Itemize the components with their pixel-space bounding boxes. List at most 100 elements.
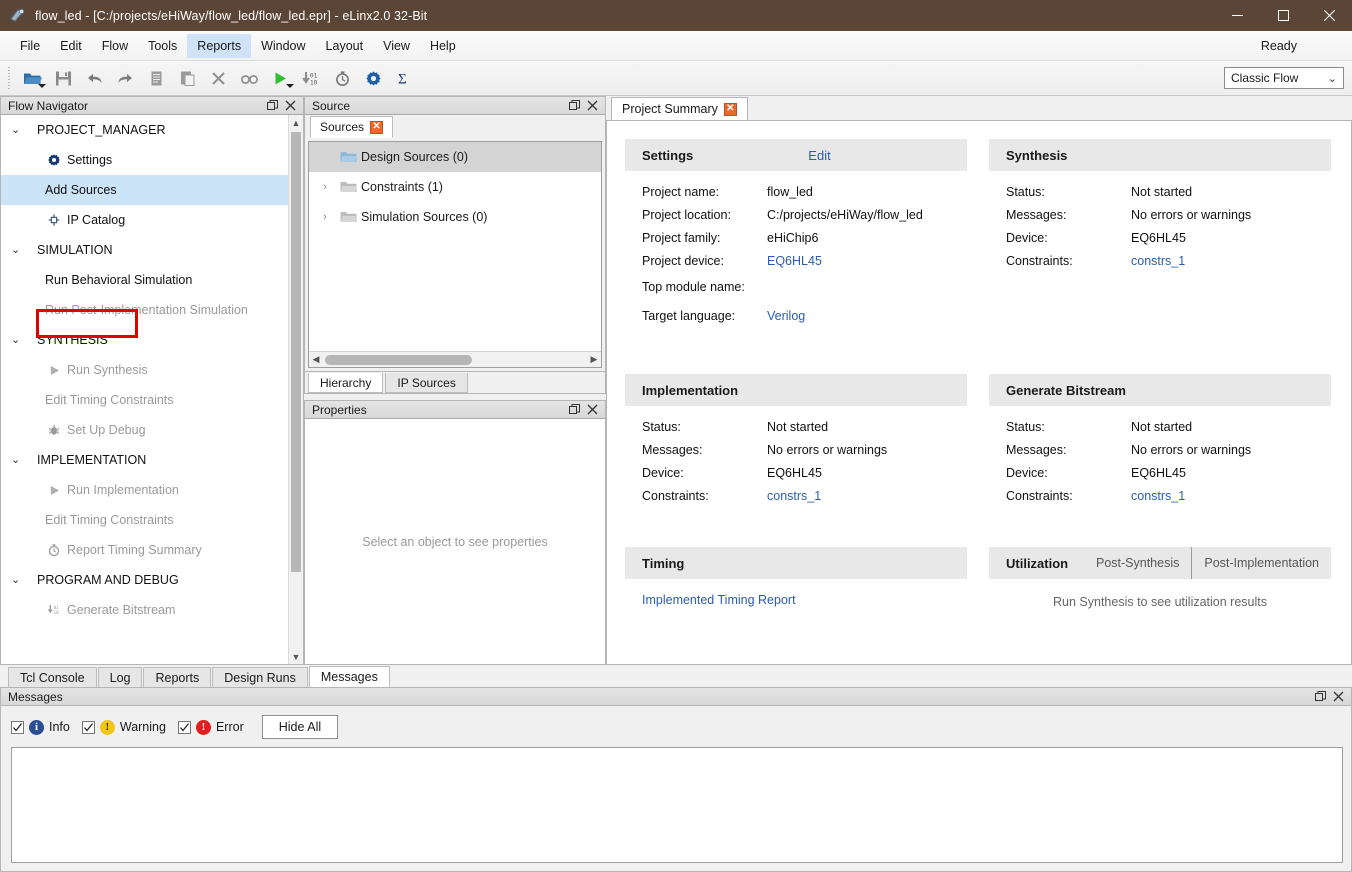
nav-group-simulation[interactable]: ⌄ SIMULATION [1,235,288,265]
close-icon[interactable] [587,100,598,111]
close-icon[interactable]: ✕ [723,102,737,116]
scrollbar-thumb[interactable] [291,132,301,572]
tab-design-runs[interactable]: Design Runs [212,667,308,687]
hide-all-button[interactable]: Hide All [261,715,339,739]
row-key: Constraints: [1006,488,1073,503]
filter-error[interactable]: ! Error [177,719,244,735]
float-icon[interactable] [569,404,580,415]
implementation-constraints-link[interactable]: constrs_1 [767,489,821,503]
sidebar-item-label: Edit Timing Constraints [45,393,174,407]
scroll-track[interactable] [323,352,587,368]
tree-item-simulation-sources[interactable]: › Simulation Sources (0) [309,202,601,232]
timer-icon[interactable] [327,65,358,92]
copy-icon[interactable] [141,65,172,92]
open-project-icon[interactable] [17,65,48,92]
filter-warning[interactable]: ! Warning [81,719,166,735]
sidebar-item-generate-bitstream[interactable]: 01 10 Generate Bitstream [1,595,288,625]
nav-group-implementation[interactable]: ⌄ IMPLEMENTATION [1,445,288,475]
sidebar-item-edit-timing-constraints-impl[interactable]: Edit Timing Constraints [1,505,288,535]
info-checkbox[interactable] [11,720,24,734]
close-icon[interactable] [1333,691,1344,702]
scroll-right-arrow-icon[interactable]: ▶ [587,354,601,365]
toolbar-grip[interactable] [6,67,13,89]
menu-window[interactable]: Window [251,34,315,58]
implemented-timing-report-link[interactable]: Implemented Timing Report [625,579,967,607]
tab-ip-sources[interactable]: IP Sources [385,373,468,393]
sources-hscrollbar[interactable]: ◀ ▶ [309,351,601,367]
tab-post-synthesis[interactable]: Post-Synthesis [1084,547,1191,579]
target-language-link[interactable]: Verilog [767,309,805,323]
sidebar-item-run-synthesis[interactable]: Run Synthesis [1,355,288,385]
generate-bitstream-icon[interactable]: 01 10 [296,65,327,92]
error-checkbox[interactable] [177,720,191,734]
flow-select[interactable]: Classic Flow ⌄ [1224,67,1344,89]
tab-tcl-console[interactable]: Tcl Console [8,667,97,687]
project-device-link[interactable]: EQ6HL45 [767,254,822,268]
redo-icon[interactable] [110,65,141,92]
summary-bottom-grid: Timing Implemented Timing Report Utiliza… [625,547,1331,617]
close-icon[interactable]: ✕ [370,120,384,134]
sidebar-item-ip-catalog[interactable]: IP Catalog [1,205,288,235]
tab-reports[interactable]: Reports [143,667,212,687]
tab-project-summary[interactable]: Project Summary ✕ [611,97,748,120]
messages-list[interactable] [11,747,1343,863]
scroll-left-arrow-icon[interactable]: ◀ [309,354,323,365]
menu-edit[interactable]: Edit [50,34,92,58]
settings-gear-icon[interactable] [358,65,389,92]
sidebar-item-set-up-debug[interactable]: Set Up Debug [1,415,288,445]
find-icon[interactable] [234,65,265,92]
menu-reports[interactable]: Reports [187,33,252,58]
undo-icon[interactable] [79,65,110,92]
menu-view[interactable]: View [373,34,420,58]
scroll-up-arrow-icon[interactable]: ▲ [289,115,303,130]
row-key: Constraints: [642,488,709,503]
float-icon[interactable] [267,100,278,111]
sidebar-item-run-behavioral-simulation[interactable]: Run Behavioral Simulation [1,265,288,295]
flow-navigator-scrollbar[interactable]: ▲ ▼ [288,115,303,664]
sources-tree[interactable]: Design Sources (0) › Constraints (1) › S… [308,141,602,368]
tree-expander[interactable]: › [315,181,335,193]
sigma-icon[interactable]: Σ [389,65,420,92]
sidebar-item-report-timing-summary[interactable]: Report Timing Summary [1,535,288,565]
save-icon[interactable] [48,65,79,92]
message-filters: i Info ! Warning ! Error Hide All [11,714,1343,740]
sidebar-item-settings[interactable]: Settings [1,145,288,175]
tab-sources[interactable]: Sources ✕ [310,116,394,138]
float-icon[interactable] [569,100,580,111]
float-icon[interactable] [1315,691,1326,702]
bitstream-constraints-link[interactable]: constrs_1 [1131,489,1185,503]
tab-log[interactable]: Log [97,667,143,687]
maximize-button[interactable] [1260,0,1306,31]
tab-hierarchy[interactable]: Hierarchy [308,373,384,393]
sidebar-item-edit-timing-constraints-synth[interactable]: Edit Timing Constraints [1,385,288,415]
scrollbar-thumb[interactable] [325,354,472,365]
sidebar-item-run-implementation[interactable]: Run Implementation [1,475,288,505]
menu-layout[interactable]: Layout [316,34,374,58]
nav-group-project-manager[interactable]: ⌄ PROJECT_MANAGER [1,115,288,145]
scroll-down-arrow-icon[interactable]: ▼ [289,649,303,664]
warning-checkbox[interactable] [81,720,95,734]
paste-icon[interactable] [172,65,203,92]
menu-file[interactable]: File [10,34,50,58]
minimize-button[interactable] [1214,0,1260,31]
tab-messages[interactable]: Messages [308,666,390,687]
tree-item-constraints[interactable]: › Constraints (1) [309,172,601,202]
filter-info[interactable]: i Info [11,719,70,735]
tree-item-design-sources[interactable]: Design Sources (0) [309,142,601,172]
run-icon[interactable] [265,65,296,92]
close-button[interactable] [1306,0,1352,31]
sidebar-item-run-post-implementation-simulation[interactable]: Run Post-Implementation Simulation [1,295,288,325]
synthesis-constraints-link[interactable]: constrs_1 [1131,254,1185,268]
close-icon[interactable] [587,404,598,415]
nav-group-program-and-debug[interactable]: ⌄ PROGRAM AND DEBUG [1,565,288,595]
tree-expander[interactable]: › [315,211,335,223]
delete-icon[interactable] [203,65,234,92]
menu-tools[interactable]: Tools [138,34,187,58]
nav-group-synthesis[interactable]: ⌄ SYNTHESIS [1,325,288,355]
close-icon[interactable] [285,100,296,111]
menu-flow[interactable]: Flow [92,34,138,58]
tab-post-implementation[interactable]: Post-Implementation [1191,547,1331,579]
menu-help[interactable]: Help [420,34,466,58]
sidebar-item-add-sources[interactable]: Add Sources [1,175,288,205]
edit-settings-link[interactable]: Edit [808,148,830,163]
